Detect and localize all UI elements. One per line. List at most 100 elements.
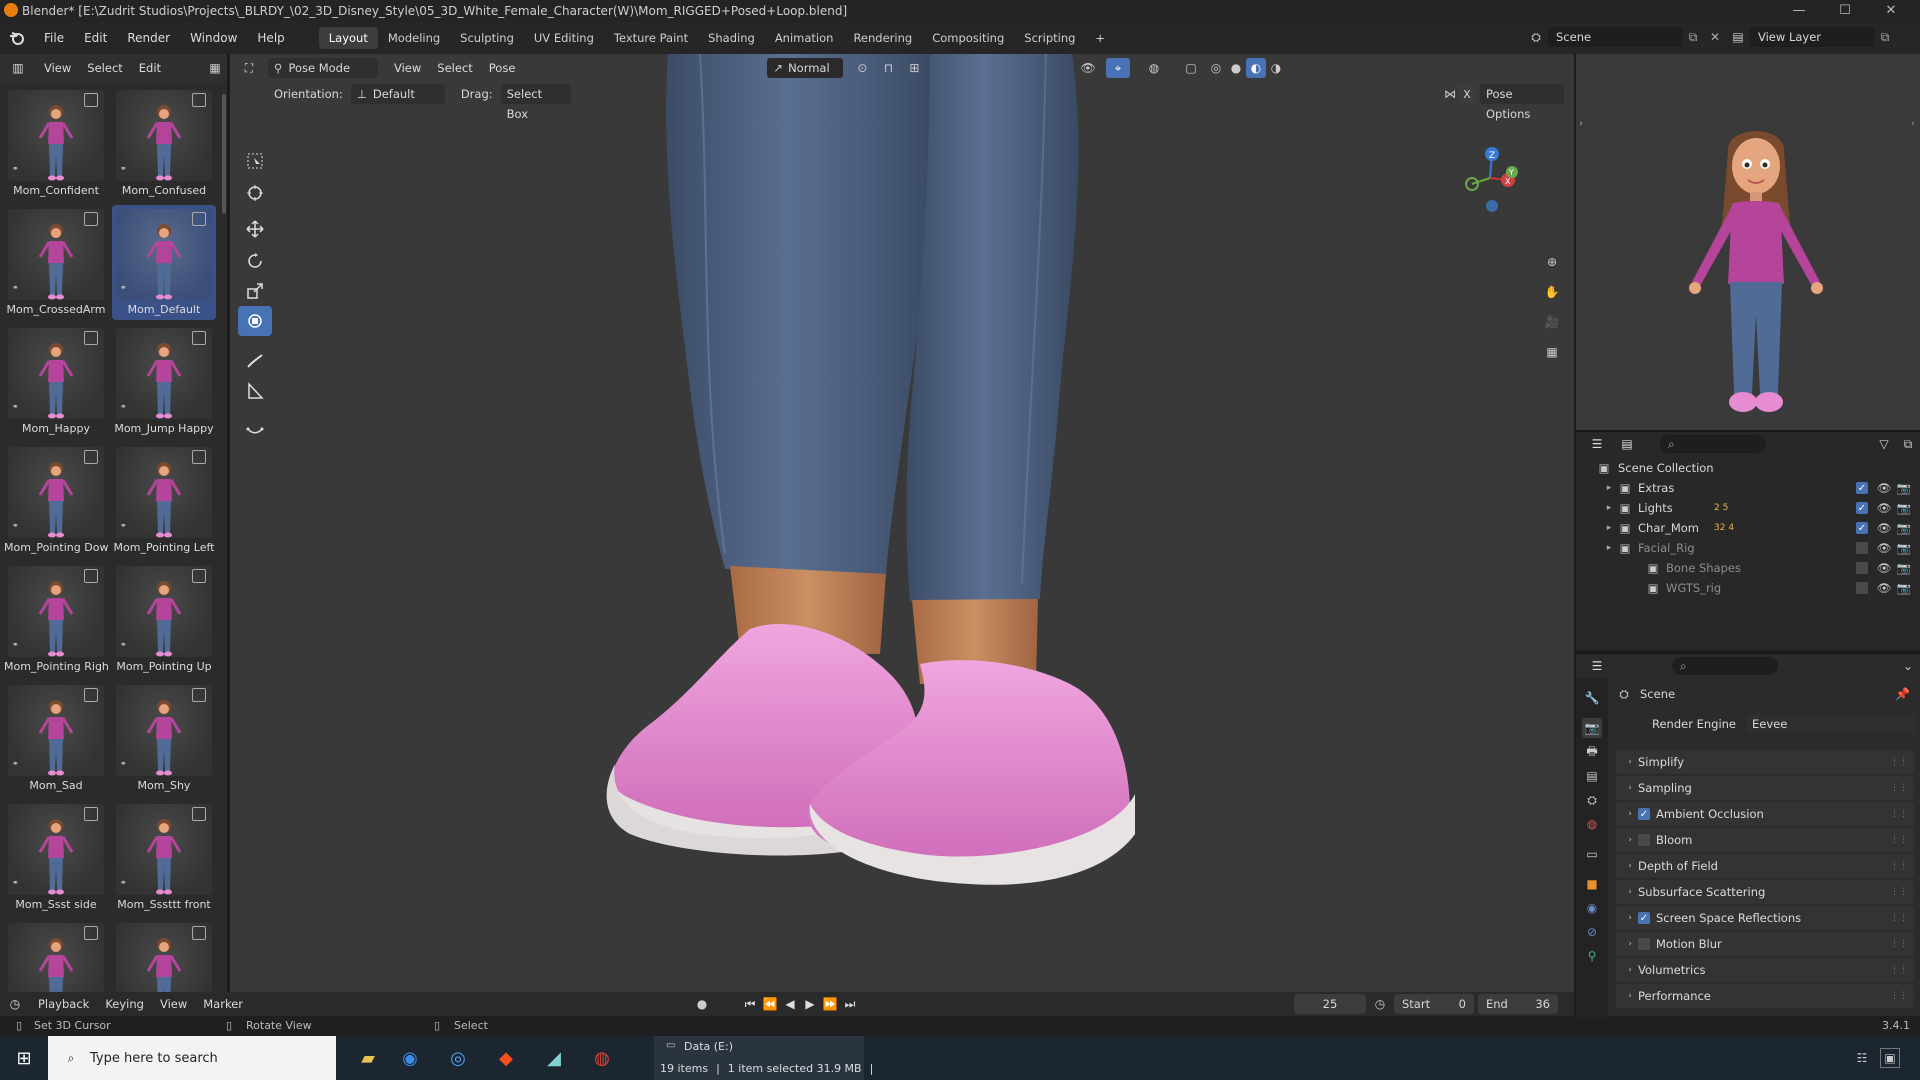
play-reverse-icon[interactable]: ◀ (780, 997, 800, 1011)
viewport-menu-pose[interactable]: Pose (481, 58, 524, 78)
collapse-left-icon[interactable]: › (1576, 114, 1586, 134)
xray-icon[interactable]: ▢ (1180, 58, 1202, 78)
tab-rendering[interactable]: Rendering (843, 27, 922, 49)
file-explorer-icon[interactable]: ▰ (350, 1042, 386, 1074)
tab-uv-editing[interactable]: UV Editing (524, 27, 604, 49)
eye-icon[interactable]: 👁 (1876, 481, 1892, 495)
edit-asset-icon[interactable] (192, 331, 206, 345)
eye-icon[interactable]: 👁 (1876, 541, 1892, 555)
expand-arrow-icon[interactable]: ▸ (1604, 503, 1614, 513)
x-mirror-toggle[interactable]: X (1458, 85, 1476, 103)
orientation-dropdown[interactable]: ⊥ Default (350, 84, 445, 104)
edit-asset-icon[interactable] (192, 450, 206, 464)
output-tab-icon[interactable]: 🖶 (1582, 742, 1602, 762)
outliner-row[interactable]: ▸ ▣ Facial_Rig 👁 📷 (1576, 538, 1920, 558)
panel-section[interactable]: › ✓ Ambient Occlusion ⋮⋮ (1616, 802, 1914, 826)
asset-item[interactable]: ⚭ Mom_Jump Happy (112, 324, 216, 439)
tab-texture-paint[interactable]: Texture Paint (604, 27, 698, 49)
drag-handle-icon[interactable]: ⋮⋮ (1890, 809, 1908, 819)
outliner-row[interactable]: ▸ ▣ Char_Mom 32 4 ✓ 👁 📷 (1576, 518, 1920, 538)
timeline-menu-keying[interactable]: Keying (97, 994, 152, 1014)
scene-icon[interactable]: ⛭ (1524, 27, 1548, 47)
current-frame-field[interactable]: 25 (1294, 994, 1366, 1014)
asset-item[interactable]: ⚭ Mom_Sssttt front (112, 800, 216, 915)
drag-handle-icon[interactable]: ⋮⋮ (1890, 757, 1908, 767)
snap-target-icon[interactable]: ⊞ (901, 58, 927, 78)
close-button[interactable]: ✕ (1868, 0, 1914, 22)
tab-shading[interactable]: Shading (698, 27, 765, 49)
edit-asset-icon[interactable] (192, 569, 206, 583)
asset-menu-view[interactable]: View (36, 58, 79, 78)
pose-options-dropdown[interactable]: Pose Options (1480, 84, 1564, 121)
eye-icon[interactable]: 👁 (1876, 501, 1892, 515)
properties-editor-icon[interactable]: ☰ (1582, 656, 1612, 676)
3d-viewport[interactable]: ⛶ ⚲ Pose Mode View Select Pose ↗ Normal … (230, 54, 1574, 992)
asset-item[interactable]: ⚭ Mom_Pointing Right (4, 562, 108, 677)
panel-section[interactable]: › Bloom ⋮⋮ (1616, 828, 1914, 852)
tool-tab-icon[interactable]: 🔧 (1582, 688, 1602, 708)
edit-asset-icon[interactable] (192, 93, 206, 107)
new-collection-icon[interactable]: ⧉ (1896, 434, 1920, 454)
eye-icon[interactable]: 👁 (1876, 561, 1892, 575)
drag-handle-icon[interactable]: ⋮⋮ (1890, 939, 1908, 949)
view-layer-icon[interactable]: ▤ (1726, 27, 1750, 47)
data-tab-icon[interactable]: ⚲ (1582, 946, 1602, 966)
viewport-menu-select[interactable]: Select (429, 58, 480, 78)
view-layer-tab-icon[interactable]: ▤ (1582, 766, 1602, 786)
tab-animation[interactable]: Animation (765, 27, 844, 49)
expand-arrow-icon[interactable]: ▸ (1604, 483, 1614, 493)
editor-type-icon[interactable]: ▥ (0, 56, 36, 80)
menu-render[interactable]: Render (117, 26, 180, 50)
next-key-icon[interactable]: ⏩ (820, 997, 840, 1011)
tab-sculpting[interactable]: Sculpting (450, 27, 524, 49)
edit-asset-icon[interactable] (192, 926, 206, 940)
collection-tab-icon[interactable]: ▭ (1582, 844, 1602, 864)
taskbar-search-input[interactable]: ⌕ Type here to search (48, 1036, 336, 1080)
edit-asset-icon[interactable] (84, 331, 98, 345)
material-shading-icon[interactable]: ◐ (1246, 58, 1266, 78)
panel-section[interactable]: › Subsurface Scattering ⋮⋮ (1616, 880, 1914, 904)
measure-tool-icon[interactable] (238, 376, 272, 406)
exclude-checkbox[interactable] (1856, 582, 1868, 594)
section-checkbox[interactable]: ✓ (1638, 808, 1650, 820)
wireframe-shading-icon[interactable]: ◎ (1206, 58, 1226, 78)
edit-asset-icon[interactable] (84, 212, 98, 226)
panel-section[interactable]: › Simplify ⋮⋮ (1616, 750, 1914, 774)
delete-scene-icon[interactable]: ✕ (1704, 27, 1726, 47)
jump-start-icon[interactable]: ⏮ (740, 997, 760, 1012)
snap-icon[interactable]: ⊓ (875, 58, 901, 78)
visibility-icon[interactable]: 👁 (1076, 58, 1100, 78)
scale-tool-icon[interactable] (238, 276, 272, 306)
clock-icon[interactable]: ◷ (1372, 996, 1388, 1012)
add-workspace-button[interactable]: + (1085, 27, 1115, 49)
menu-edit[interactable]: Edit (74, 26, 117, 50)
perspective-grid-icon[interactable]: ▦ (1540, 340, 1564, 364)
pan-hand-icon[interactable]: ✋ (1540, 280, 1564, 304)
panel-section[interactable]: › Motion Blur ⋮⋮ (1616, 932, 1914, 956)
timeline-editor-icon[interactable]: ◷ (0, 994, 30, 1014)
asset-item[interactable]: ⚭ Mom_Pointing Up (112, 562, 216, 677)
drag-handle-icon[interactable]: ⋮⋮ (1890, 991, 1908, 1001)
edit-asset-icon[interactable] (192, 688, 206, 702)
cursor-tool-icon[interactable] (238, 178, 272, 208)
drag-handle-icon[interactable]: ⋮⋮ (1890, 887, 1908, 897)
prev-key-icon[interactable]: ⏪ (760, 997, 780, 1011)
outliner-row[interactable]: ▸ ▣ Lights 2 5 ✓ 👁 📷 (1576, 498, 1920, 518)
viewport-menu-view[interactable]: View (386, 58, 429, 78)
exclude-checkbox[interactable]: ✓ (1856, 482, 1868, 494)
asset-menu-edit[interactable]: Edit (131, 58, 169, 78)
mirror-icon[interactable]: ⋈ (1442, 85, 1458, 103)
asset-item[interactable]: ⚭ (112, 919, 216, 992)
constraints-tab-icon[interactable]: ⊘ (1582, 922, 1602, 942)
new-view-layer-icon[interactable]: ⧉ (1874, 27, 1896, 47)
select-box-tool-icon[interactable] (238, 146, 272, 176)
camera-render-icon[interactable]: 📷 (1896, 581, 1912, 595)
asset-menu-select[interactable]: Select (79, 58, 130, 78)
scene-field[interactable]: Scene (1548, 27, 1682, 47)
new-scene-icon[interactable]: ⧉ (1682, 27, 1704, 47)
annotate-tool-icon[interactable] (238, 346, 272, 376)
options-chevron-icon[interactable]: ⌄ (1896, 656, 1920, 676)
tab-layout[interactable]: Layout (318, 27, 378, 49)
edit-asset-icon[interactable] (192, 807, 206, 821)
start-frame-field[interactable]: Start 0 (1394, 994, 1474, 1014)
